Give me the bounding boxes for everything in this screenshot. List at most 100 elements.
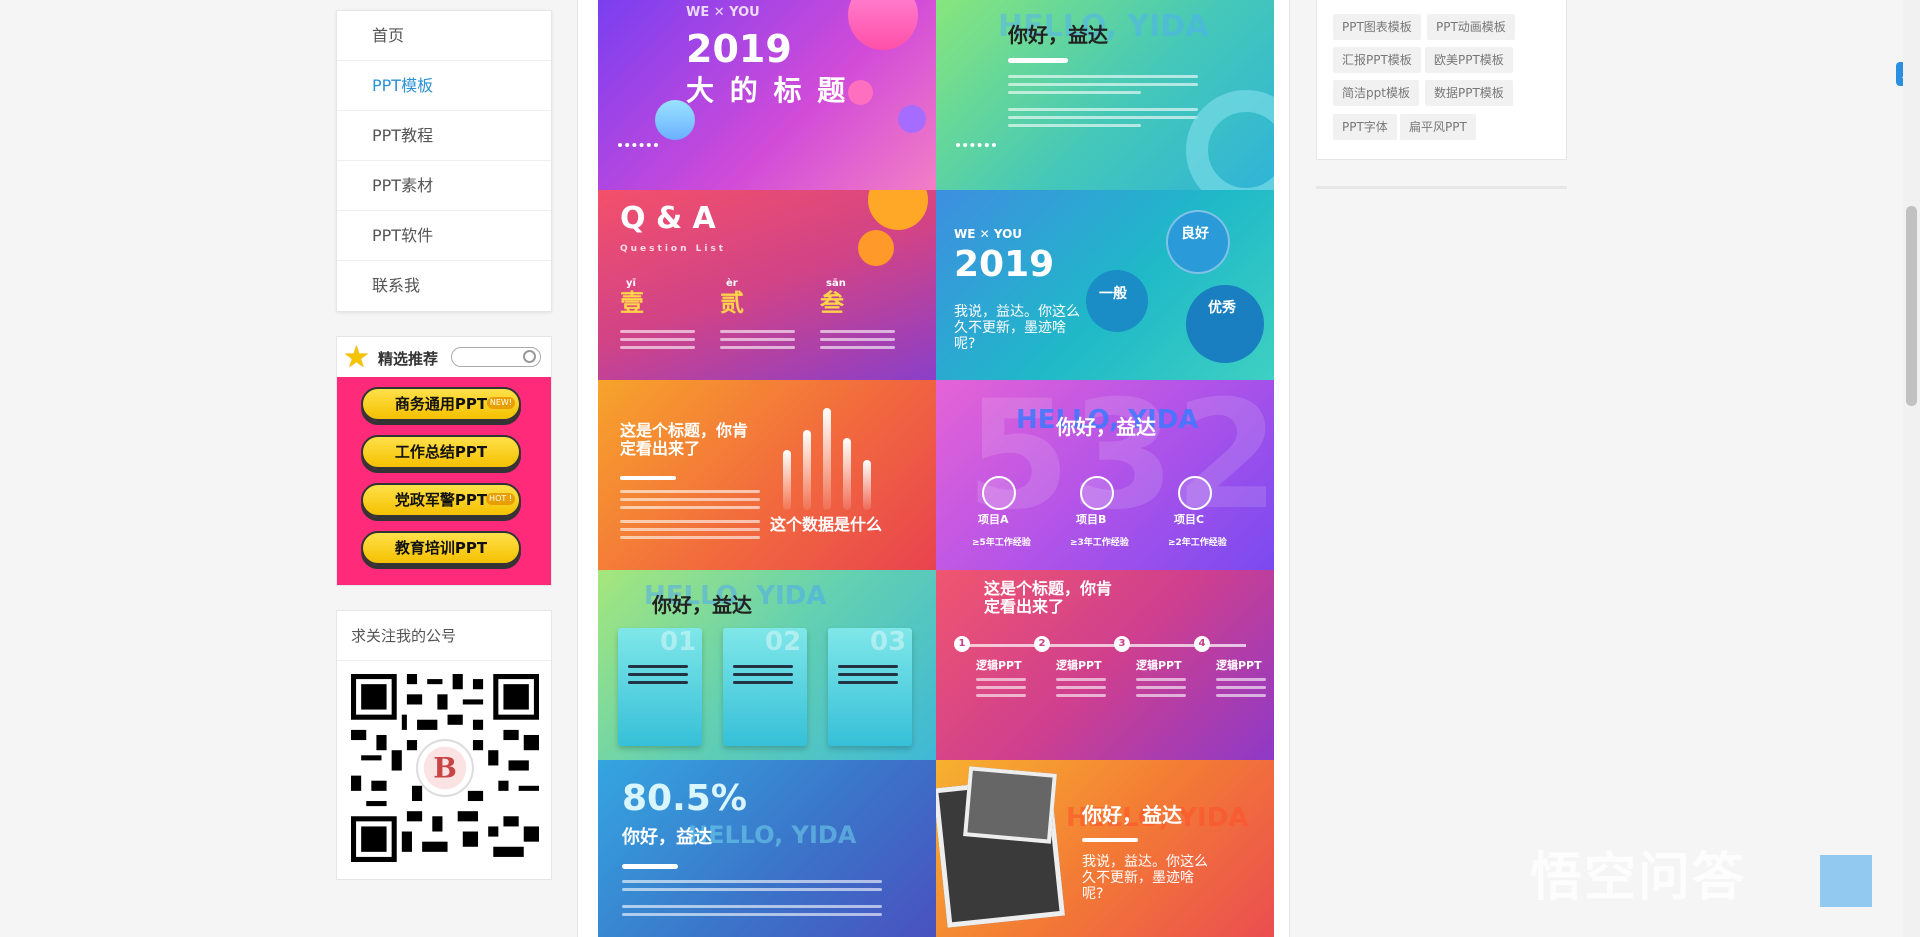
qr-logo: B [433,752,457,785]
recommend-button-label: 党政军警PPT [394,491,488,509]
slide-title: 这是个标题，你肯定看出来了 [620,421,749,459]
slide-item: 壹 [620,289,644,317]
category-nav: 首页 PPT模板 PPT教程 PPT素材 PPT软件 联系我 [336,10,552,312]
tag-item[interactable]: PPT动画模板 [1427,14,1515,40]
nav-item-ppt-software[interactable]: PPT软件 [337,211,551,261]
scrollbar-thumb[interactable] [1906,206,1917,406]
tag-item[interactable]: PPT图表模板 [1333,14,1421,40]
nav-item-ppt-materials[interactable]: PPT素材 [337,161,551,211]
slide-title: 2019 [954,244,1055,285]
badge-label: 优秀 [1208,300,1236,316]
follow-panel: 求关注我的公号 B [336,610,552,880]
search-icon[interactable] [523,350,536,363]
slide-thumbnail[interactable]: HELLO, YIDA 你好，益达 [936,0,1274,190]
recommend-button-label: 教育培训PPT [394,539,488,557]
slide-item: 项目A [978,513,1009,526]
watermark-logo: 悟空问答 [1530,848,1747,908]
slide-title: 你好，益达 [1082,803,1182,827]
recommend-title: 精选推荐 [378,350,439,368]
slide-subtitle: 我说，益达。你这么久不更新，墨迹啥呢? [1082,854,1208,903]
nav-item-contact[interactable]: 联系我 [337,261,551,311]
recommend-panel: ★ 精选推荐 商务通用PPT NEW! 工作总结PPT 党政军警PPT HOT … [336,336,552,586]
template-preview-gallery: WE ✕ YOU 2019 大 的 标 题 HELLO, YIDA 你好，益达 … [598,0,1274,937]
slide-thumbnail[interactable]: 532 HELLO, YIDA 你好，益达 项目A 项目B 项目C ≥5年工作经… [936,380,1274,570]
slide-item: 逻辑PPT [1216,659,1262,672]
pinyin: sān [826,278,846,289]
nav-item-ppt-tutorials[interactable]: PPT教程 [337,111,551,161]
card-number: 01 [660,627,697,657]
watermark-square [1820,855,1872,907]
new-badge: NEW! [486,397,515,409]
step-marker: 2 [1034,636,1050,652]
step-marker: 3 [1114,636,1130,652]
recommend-search-input[interactable] [451,347,541,367]
recommend-button-summary[interactable]: 工作总结PPT [361,435,521,469]
slide-title: 你好，益达 [1056,415,1156,439]
tag-item[interactable]: 欧美PPT模板 [1425,47,1513,73]
main-content: WE ✕ YOU 2019 大 的 标 题 HELLO, YIDA 你好，益达 … [577,0,1290,937]
pinyin: yī [626,278,636,289]
recommend-button-label: 工作总结PPT [394,443,488,461]
tag-item[interactable]: 扁平风PPT [1400,114,1476,140]
nav-item-ppt-templates[interactable]: PPT模板 [337,61,551,111]
slide-thumbnail[interactable]: Q & A Question List yī èr sān 壹 贰 叁 [598,190,936,380]
recommend-header: ★ 精选推荐 [337,337,551,377]
tag-cloud: PPT图表模板 PPT动画模板 汇报PPT模板 欧美PPT模板 简洁ppt模板 … [1316,0,1567,160]
slide-title: 2019 [686,27,792,71]
slide-top-text: WE ✕ YOU [686,5,760,20]
nav-item-home[interactable]: 首页 [337,11,551,61]
slide-top-text: WE ✕ YOU [954,227,1023,241]
slide-subtitle: 这个数据是什么 [770,515,883,534]
tag-item[interactable]: 数据PPT模板 [1425,80,1513,106]
slide-thumbnail[interactable]: 这是个标题，你肯定看出来了 1 2 3 4 逻辑PPT 逻辑PPT 逻辑PPT … [936,570,1274,760]
tag-item[interactable]: PPT字体 [1333,114,1397,140]
qr-code: B [351,674,539,862]
slide-item: 逻辑PPT [1056,659,1102,672]
step-marker: 1 [954,636,970,652]
slide-subtitle: Question List [620,244,727,254]
slide-title: 你好，益达 [652,593,752,617]
badge-label: 一般 [1099,286,1127,302]
slide-note: ≥3年工作经验 [1070,538,1129,548]
slide-top-text: HELLO, YIDA [688,821,857,849]
scrollbar-track[interactable] [1903,0,1920,937]
badge-label: 良好 [1181,226,1209,242]
slide-item: 贰 [720,289,744,317]
slide-item: 项目B [1076,513,1107,526]
star-icon: ★ [343,340,370,375]
card-number: 02 [765,627,802,657]
slide-thumbnail[interactable]: 80.5% HELLO, YIDA 你好，益达 [598,760,936,937]
follow-title: 求关注我的公号 [337,611,551,661]
page: 首页 PPT模板 PPT教程 PPT素材 PPT软件 联系我 ★ 精选推荐 商务… [0,0,1920,937]
slide-item: 逻辑PPT [1136,659,1182,672]
slide-thumbnail[interactable]: HELLO, YIDA 你好，益达 01 02 03 [598,570,936,760]
recommend-button-government[interactable]: 党政军警PPT HOT ! [361,483,521,517]
hot-badge: HOT ! [486,493,515,505]
tag-item[interactable]: 简洁ppt模板 [1333,80,1419,106]
slide-title: Q & A [620,201,716,236]
recommend-button-label: 商务通用PPT [394,395,488,413]
slide-note: ≥5年工作经验 [972,538,1031,548]
recommend-button-education[interactable]: 教育培训PPT [361,531,521,565]
slide-note: ≥2年工作经验 [1168,538,1227,548]
slide-subtitle: 我说，益达。你这么久不更新，墨迹啥呢? [954,304,1080,353]
slide-title: 这是个标题，你肯定看出来了 [984,579,1113,617]
pinyin: èr [726,278,738,289]
slide-thumbnail[interactable]: 这是个标题，你肯定看出来了 这个数据是什么 [598,380,936,570]
slide-item: 逻辑PPT [976,659,1022,672]
step-marker: 4 [1194,636,1210,652]
slide-title: 80.5% [622,778,747,819]
slide-subtitle: 大 的 标 题 [686,74,849,107]
recommend-button-business[interactable]: 商务通用PPT NEW! [361,387,521,421]
slide-title: 你好，益达 [1008,23,1108,47]
slide-thumbnail[interactable]: WE ✕ YOU 2019 我说，益达。你这么久不更新，墨迹啥呢? 良好 一般 … [936,190,1274,380]
tag-item[interactable]: 汇报PPT模板 [1333,47,1421,73]
slide-item: 项目C [1174,513,1205,526]
slide-subtitle: 你好，益达 [622,827,712,848]
slide-thumbnail[interactable]: HELLO, YIDA 你好，益达 我说，益达。你这么久不更新，墨迹啥呢? [936,760,1274,937]
slide-thumbnail[interactable]: WE ✕ YOU 2019 大 的 标 题 [598,0,936,190]
recommend-banner: 商务通用PPT NEW! 工作总结PPT 党政军警PPT HOT ! 教育培训P… [337,377,551,585]
card-number: 03 [870,627,907,657]
divider [1316,186,1567,189]
slide-item: 叁 [820,289,844,317]
